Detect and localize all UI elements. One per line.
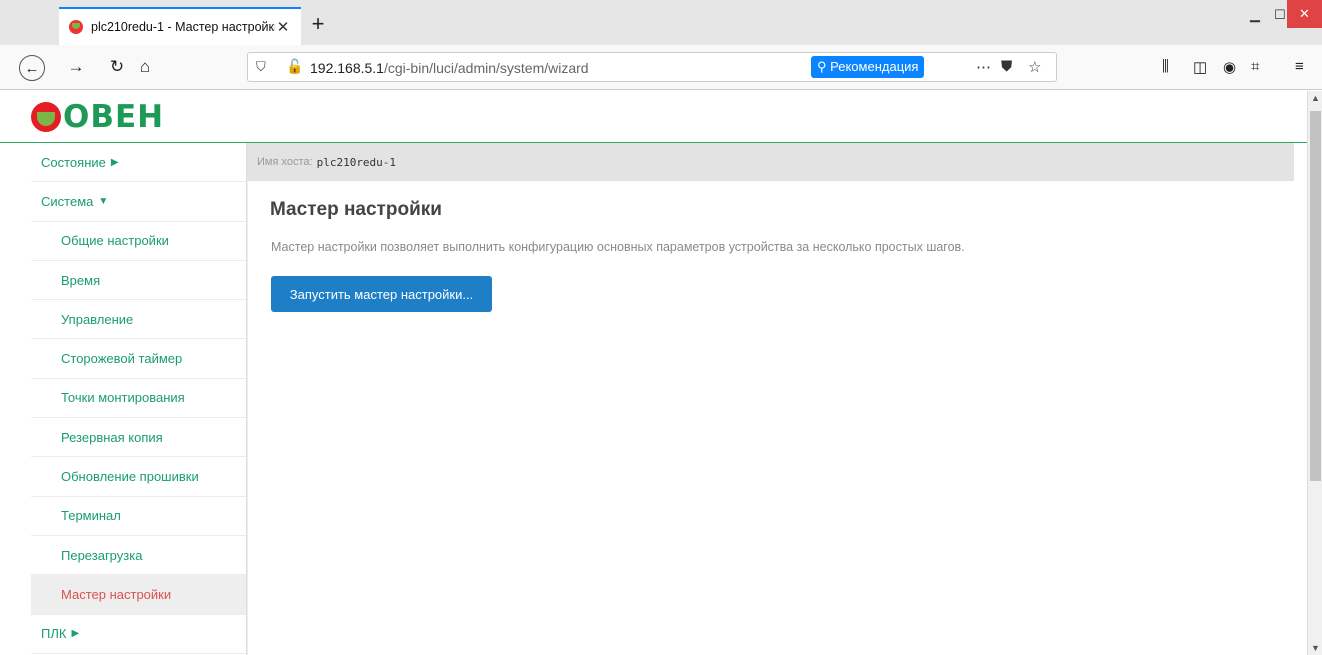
sidebar-item[interactable]: Система ▼: [31, 182, 246, 222]
page: ОВЕН Состояние ▶ Система ▼ Общие настройки Вр…: [0, 91, 1307, 655]
scroll-up-icon[interactable]: ▲: [1310, 93, 1321, 103]
forward-icon[interactable]: →: [62, 53, 90, 81]
home-icon[interactable]: ⌂: [131, 53, 159, 81]
sidebar-item[interactable]: Терминал: [31, 497, 246, 536]
tab-title: plc210redu-1 - Мастер настройки: [91, 20, 275, 34]
sidebar-item-label: ПЛК: [41, 626, 67, 642]
sidebar-item-label: Резервная копия: [61, 429, 163, 445]
hostname-bar: Имя хоста: plc210redu-1: [247, 143, 1294, 181]
sidebar-item[interactable]: Состояние ▶: [31, 143, 246, 183]
sidebar-item[interactable]: Точки монтирования: [31, 379, 246, 419]
scrollbar[interactable]: ▲ ▼: [1307, 91, 1322, 655]
reload-icon[interactable]: ↻: [103, 53, 131, 81]
sidebar-item[interactable]: Время: [31, 261, 246, 301]
sidebar-item-label: Терминал: [61, 508, 121, 524]
recommendation-button[interactable]: ⚲ Рекомендация: [811, 56, 925, 78]
scroll-down-icon[interactable]: ▼: [1310, 643, 1321, 653]
back-icon[interactable]: ←: [19, 55, 45, 81]
sidebar-item[interactable]: Обновление прошивки: [31, 457, 246, 497]
sidebar-item[interactable]: Сторожевой таймер: [31, 339, 246, 379]
sidebar-item-label: Управление: [61, 311, 134, 327]
logo-mark-icon: [31, 102, 61, 132]
sidebar-item[interactable]: Общие настройки: [31, 222, 246, 261]
menu-icon[interactable]: ≡: [1295, 58, 1304, 75]
site-favicon-icon: [69, 20, 83, 34]
logo[interactable]: ОВЕН: [31, 99, 165, 135]
sidebar-item-label: Состояние: [41, 154, 106, 170]
sidebar-item-label: Точки монтирования: [61, 390, 185, 406]
sidebar-item-label: Обновление прошивки: [61, 469, 199, 485]
tab-bar: plc210redu-1 - Мастер настройки ✕ + ▁ ☐ …: [0, 0, 1322, 45]
hostname-value: plc210redu-1: [316, 155, 397, 169]
new-tab-button[interactable]: +: [306, 13, 330, 37]
sidebar-item-label: Мастер настройки: [61, 586, 172, 602]
page-title: Мастер настройки: [270, 199, 442, 220]
more-actions-icon[interactable]: ⋯: [976, 58, 991, 76]
close-window-icon[interactable]: ✕: [1287, 0, 1322, 28]
sidebar-icon[interactable]: ◫: [1193, 58, 1207, 76]
browser-tab[interactable]: plc210redu-1 - Мастер настройки ✕: [59, 7, 301, 45]
sidebar-item[interactable]: Управление: [31, 300, 246, 340]
sidebar-item[interactable]: Мастер настройки: [31, 575, 246, 615]
logo-text: ОВЕН: [63, 99, 165, 135]
sidebar-item-label: Общие настройки: [61, 233, 169, 249]
caret-down-icon: ▼: [98, 195, 109, 207]
sidebar-item[interactable]: Резервная копия: [31, 418, 246, 458]
sidebar-item-label: Время: [61, 272, 101, 288]
main-content: Мастер настройки Мастер настройки позвол…: [247, 181, 1294, 655]
hostname-label: Имя хоста:: [257, 156, 313, 168]
caret-right-icon: ▶: [71, 628, 80, 640]
caret-right-icon: ▶: [110, 156, 119, 168]
sidebar-item-label: Сторожевой таймер: [61, 351, 183, 367]
page-description: Мастер настройки позволяет выполнить кон…: [271, 240, 965, 254]
sidebar-item[interactable]: Перезагрузка: [31, 536, 246, 576]
shield-icon[interactable]: ⛉: [256, 59, 266, 75]
close-tab-icon[interactable]: ✕: [275, 18, 291, 36]
scrollbar-thumb[interactable]: [1310, 111, 1321, 481]
sidebar-item[interactable]: ПЛК ▶: [31, 615, 246, 654]
pocket-icon[interactable]: ⛊: [1001, 58, 1012, 75]
start-wizard-button[interactable]: Запустить мастер настройки...: [271, 276, 492, 312]
insecure-lock-icon[interactable]: 🔓: [286, 58, 303, 75]
url-text[interactable]: 192.168.5.1/cgi-bin/luci/admin/system/wi…: [310, 60, 589, 76]
bookmark-star-icon[interactable]: ☆: [1028, 58, 1041, 76]
sidebar-item-label: Перезагрузка: [61, 547, 143, 563]
account-icon[interactable]: ◉: [1223, 58, 1236, 76]
sidebar-item-label: Система: [41, 193, 94, 209]
library-icon[interactable]: ⫼: [1162, 58, 1169, 75]
sidebar: Состояние ▶ Система ▼ Общие настройки Время Уп…: [31, 143, 247, 655]
screenshot-icon[interactable]: ⌗: [1251, 58, 1259, 75]
url-bar[interactable]: ⛉ 🔓 192.168.5.1/cgi-bin/luci/admin/syste…: [247, 52, 1057, 82]
